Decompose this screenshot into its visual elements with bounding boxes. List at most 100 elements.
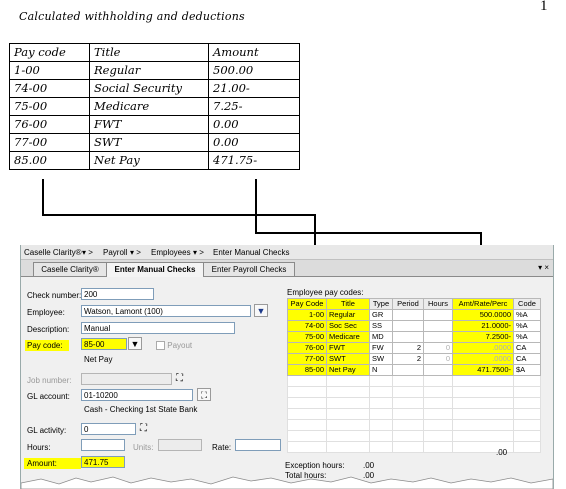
gl-activity-field[interactable]: 0 [81,423,136,435]
chevron-down-icon[interactable]: ▾ > [193,248,204,257]
empty-cell [326,397,370,409]
breadcrumb: Caselle Clarity® ▾ > Payroll ▾ > Employe… [21,245,553,260]
tab-enter-manual-checks[interactable]: Enter Manual Checks [106,262,204,277]
table-row[interactable]: 74-00 Soc Sec SS 21.0000- %A [287,320,541,332]
table-cell [423,320,453,332]
table-cell [423,331,453,343]
pay-codes-table: Pay Code Title Type Period Hours Amt/Rate/Per… [287,298,541,453]
pay-code-dropdown-button[interactable]: ▼ [128,337,142,350]
empty-cell [423,430,453,442]
empty-cell [326,375,370,387]
empty-cell [513,441,541,453]
grid-column-header[interactable]: Hours [423,298,453,310]
app-window: Caselle Clarity® ▾ > Payroll ▾ > Employe… [20,245,554,489]
checkbox-icon [156,341,165,351]
empty-cell [452,430,514,442]
handwritten-cell: Regular [89,61,209,80]
handwritten-row: 76-00 FWT 0.00 [9,115,300,134]
handwritten-header-cell: Title [89,43,209,62]
table-cell: 75-00 [287,331,327,343]
tab-enter-payroll-checks[interactable]: Enter Payroll Checks [203,262,295,276]
empty-cell [423,441,453,453]
table-cell: $A [513,364,541,376]
tab-controls[interactable]: ▾ × [538,263,549,272]
table-cell: N [369,364,393,376]
empty-cell [392,430,424,442]
handwritten-row: 74-00 Social Security 21.00- [9,79,300,98]
tab-bar: Caselle Clarity® Enter Manual Checks Ent… [21,260,553,277]
handwritten-header-row: Pay code Title Amount [9,43,300,62]
table-cell: 2 [392,353,424,365]
payout-label: Payout [167,341,193,350]
pay-code-description: Net Pay [84,355,113,364]
empty-cell [392,386,424,398]
handwritten-cell: 7.25- [208,97,300,116]
binoculars-icon[interactable]: ⛶ [176,373,183,384]
empty-cell [423,397,453,409]
table-cell: FW [369,342,393,354]
employee-pay-codes-grid[interactable]: Pay Code Title Type Period Hours Amt/Rate/Per… [287,298,551,458]
table-cell [392,364,424,376]
empty-row [287,397,541,409]
gl-account-field[interactable]: 01-10200 [81,389,193,401]
check-number-field[interactable]: 200 [81,288,154,300]
table-row[interactable]: 75-00 Medicare MD 7.2500- %A [287,331,541,343]
grid-column-header[interactable]: Type [369,298,393,310]
pay-code-field[interactable]: 85-00 [81,338,127,350]
handwritten-cell: 500.00 [208,61,300,80]
breadcrumb-item-home[interactable]: Caselle Clarity® [24,248,81,257]
table-cell: .0000 [452,342,514,354]
tab-home[interactable]: Caselle Clarity® [33,262,107,276]
empty-cell [369,375,393,387]
table-cell: 85-00 [287,364,327,376]
empty-cell [513,386,541,398]
handwritten-title: Calculated withholding and deductions [19,10,245,23]
empty-cell [326,441,370,453]
empty-row [287,375,541,387]
table-cell: 74-00 [287,320,327,332]
table-cell: CA [513,353,541,365]
grid-column-header[interactable]: Amt/Rate/Perc [452,298,514,310]
employee-field[interactable]: Watson, Lamont (100) [81,305,251,317]
handwritten-cell: 77-00 [9,133,90,152]
grid-column-header[interactable]: Code [513,298,541,310]
handwritten-cell: SWT [89,133,209,152]
grid-column-header[interactable]: Title [326,298,370,310]
table-row[interactable]: 85-00 Net Pay N 471.7500- $A [287,364,541,376]
grid-column-header[interactable]: Period [392,298,424,310]
empty-cell [369,408,393,420]
table-cell: SW [369,353,393,365]
breadcrumb-item-employees[interactable]: Employees [151,248,191,257]
gl-account-label: GL account: [27,392,70,401]
binoculars-icon[interactable]: ⛶ [140,423,147,434]
hours-field[interactable] [81,439,125,451]
table-row[interactable]: 77-00 SWT SW 2 0.0000 CA [287,353,541,365]
pay-code-label: Pay code: [25,340,69,351]
rate-field[interactable] [235,439,281,451]
table-row[interactable]: 1-00 Regular GR 500.0000 %A [287,309,541,321]
handwritten-row: 77-00 SWT 0.00 [9,133,300,152]
table-cell: SS [369,320,393,332]
payout-checkbox[interactable]: Payout [156,341,193,351]
table-row[interactable]: 76-00 FWT FW 2 0.0000 CA [287,342,541,354]
table-cell: 0 [423,342,453,354]
rate-label: Rate: [212,443,232,452]
empty-cell [392,397,424,409]
chevron-down-icon[interactable]: ▾ > [130,248,141,257]
employee-dropdown-button[interactable]: ▼ [254,304,268,317]
handwritten-cell: Net Pay [89,151,209,170]
chevron-down-icon[interactable]: ▾ > [82,248,93,257]
table-cell: %A [513,320,541,332]
table-cell: GR [369,309,393,321]
amount-field[interactable]: 471.75 [81,456,125,468]
handwritten-cell: 0.00 [208,133,300,152]
gl-account-lookup-button[interactable]: ⛶ [197,388,211,401]
empty-row [287,386,541,398]
handwritten-cell: FWT [89,115,209,134]
description-field[interactable]: Manual [81,322,235,334]
handwritten-cell: 85.00 [9,151,90,170]
breadcrumb-item-payroll[interactable]: Payroll [103,248,127,257]
hours-label: Hours: [27,443,51,452]
grid-column-header[interactable]: Pay Code [287,298,327,310]
handwritten-header-cell: Pay code [9,43,90,62]
